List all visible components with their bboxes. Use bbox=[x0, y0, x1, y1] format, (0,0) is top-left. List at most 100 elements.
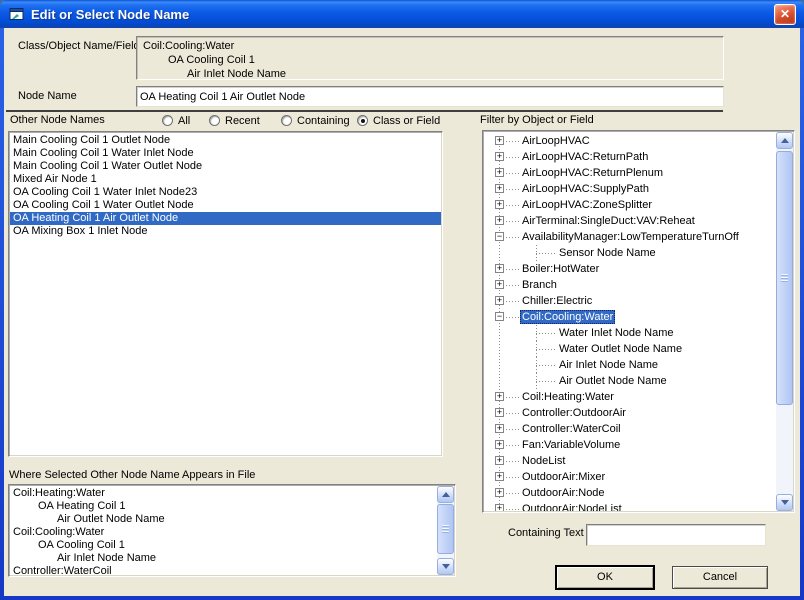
tree-item[interactable]: Water Inlet Node Name bbox=[484, 325, 776, 341]
tree-item-label[interactable]: Chiller:Electric bbox=[520, 294, 594, 308]
tree-item[interactable]: AirLoopHVAC:ReturnPlenum bbox=[484, 165, 776, 181]
tree-expand-icon[interactable] bbox=[495, 424, 504, 433]
tree-item[interactable]: AvailabilityManager:LowTemperatureTurnOf… bbox=[484, 229, 776, 245]
tree-expand-icon[interactable] bbox=[495, 136, 504, 145]
ok-button[interactable]: OK bbox=[556, 566, 654, 589]
tree-item[interactable]: AirLoopHVAC:ZoneSplitter bbox=[484, 197, 776, 213]
radio-icon[interactable] bbox=[162, 115, 173, 126]
tree-item[interactable]: Branch bbox=[484, 277, 776, 293]
scroll-down-icon[interactable] bbox=[437, 558, 454, 575]
tree-item-label[interactable]: AvailabilityManager:LowTemperatureTurnOf… bbox=[520, 230, 741, 244]
tree-item-label[interactable]: Coil:Cooling:Water bbox=[520, 310, 615, 324]
tree-expand-icon[interactable] bbox=[495, 200, 504, 209]
node-list-item-label[interactable]: OA Heating Coil 1 Air Outlet Node bbox=[13, 212, 178, 224]
title-bar[interactable]: Edit or Select Node Name ✕ bbox=[0, 0, 804, 28]
node-list-item[interactable]: OA Cooling Coil 1 Water Outlet Node bbox=[10, 199, 441, 212]
node-list-item-label[interactable]: OA Mixing Box 1 Inlet Node bbox=[13, 225, 148, 237]
tree-item-label[interactable]: Sensor Node Name bbox=[557, 246, 658, 260]
radio-option[interactable]: Containing bbox=[281, 114, 350, 127]
tree-item[interactable]: Controller:WaterCoil bbox=[484, 421, 776, 437]
tree-item[interactable]: AirTerminal:SingleDuct:VAV:Reheat bbox=[484, 213, 776, 229]
appears-textarea[interactable]: Coil:Heating:WaterOA Heating Coil 1Air O… bbox=[8, 484, 456, 577]
tree-item-label[interactable]: Coil:Heating:Water bbox=[520, 390, 616, 404]
node-list-item[interactable]: Main Cooling Coil 1 Water Outlet Node bbox=[10, 160, 441, 173]
node-name-input[interactable] bbox=[137, 87, 723, 106]
tree-item-label[interactable]: NodeList bbox=[520, 454, 567, 468]
tree-item-label[interactable]: AirLoopHVAC bbox=[520, 134, 592, 148]
node-list-item[interactable]: OA Cooling Coil 1 Water Inlet Node23 bbox=[10, 186, 441, 199]
tree-item[interactable]: Air Outlet Node Name bbox=[484, 373, 776, 389]
tree-scrollbar[interactable] bbox=[776, 132, 793, 511]
tree-item[interactable]: OutdoorAir:Mixer bbox=[484, 469, 776, 485]
tree-item[interactable]: Sensor Node Name bbox=[484, 245, 776, 261]
tree-item[interactable]: AirLoopHVAC:SupplyPath bbox=[484, 181, 776, 197]
object-field-tree[interactable]: AirLoopHVAC AirLoopHVAC:ReturnPath AirLo… bbox=[482, 130, 795, 513]
tree-item-label[interactable]: Air Outlet Node Name bbox=[557, 374, 669, 388]
tree-expand-icon[interactable] bbox=[495, 392, 504, 401]
tree-expand-icon[interactable] bbox=[495, 408, 504, 417]
radio-label[interactable]: Recent bbox=[225, 115, 260, 127]
tree-item-label[interactable]: OutdoorAir:Node bbox=[520, 486, 607, 500]
tree-expand-icon[interactable] bbox=[495, 296, 504, 305]
radio-icon[interactable] bbox=[281, 115, 292, 126]
appears-scrollbar-thumb[interactable] bbox=[437, 504, 454, 554]
containing-text-input[interactable] bbox=[587, 525, 765, 545]
scroll-down-icon[interactable] bbox=[776, 494, 793, 511]
tree-item[interactable]: AirLoopHVAC bbox=[484, 133, 776, 149]
radio-label[interactable]: Containing bbox=[297, 115, 350, 127]
scroll-up-icon[interactable] bbox=[437, 486, 454, 503]
tree-item-label[interactable]: OutdoorAir:Mixer bbox=[520, 470, 607, 484]
tree-item[interactable]: Water Outlet Node Name bbox=[484, 341, 776, 357]
tree-item[interactable]: Boiler:HotWater bbox=[484, 261, 776, 277]
tree-item[interactable]: Controller:OutdoorAir bbox=[484, 405, 776, 421]
node-list-item-label[interactable]: Mixed Air Node 1 bbox=[13, 173, 97, 185]
radio-icon[interactable] bbox=[209, 115, 220, 126]
cancel-button[interactable]: Cancel bbox=[672, 566, 768, 589]
radio-option[interactable]: Recent bbox=[209, 114, 260, 127]
tree-expand-icon[interactable] bbox=[495, 280, 504, 289]
node-list-item-label[interactable]: OA Cooling Coil 1 Water Inlet Node23 bbox=[13, 186, 197, 198]
node-list-item[interactable]: OA Mixing Box 1 Inlet Node bbox=[10, 225, 441, 238]
tree-expand-icon[interactable] bbox=[495, 168, 504, 177]
tree-item[interactable]: Fan:VariableVolume bbox=[484, 437, 776, 453]
other-node-names-listbox[interactable]: Main Cooling Coil 1 Outlet NodeMain Cool… bbox=[8, 131, 443, 457]
node-list-item[interactable]: Main Cooling Coil 1 Water Inlet Node bbox=[10, 147, 441, 160]
node-list-item[interactable]: OA Heating Coil 1 Air Outlet Node bbox=[10, 212, 441, 225]
scroll-up-icon[interactable] bbox=[776, 132, 793, 149]
tree-scrollbar-thumb[interactable] bbox=[776, 151, 793, 405]
tree-item-label[interactable]: Boiler:HotWater bbox=[520, 262, 601, 276]
node-list-item-label[interactable]: OA Cooling Coil 1 Water Outlet Node bbox=[13, 199, 194, 211]
tree-item[interactable]: Coil:Heating:Water bbox=[484, 389, 776, 405]
tree-item[interactable]: AirLoopHVAC:ReturnPath bbox=[484, 149, 776, 165]
node-list-item[interactable]: Main Cooling Coil 1 Outlet Node bbox=[10, 134, 441, 147]
tree-expand-icon[interactable] bbox=[495, 440, 504, 449]
tree-item-label[interactable]: Water Outlet Node Name bbox=[557, 342, 684, 356]
node-list-item[interactable]: Mixed Air Node 1 bbox=[10, 173, 441, 186]
tree-expand-icon[interactable] bbox=[495, 504, 504, 511]
tree-expand-icon[interactable] bbox=[495, 312, 504, 321]
tree-item-label[interactable]: Water Inlet Node Name bbox=[557, 326, 676, 340]
radio-label[interactable]: Class or Field bbox=[373, 115, 440, 127]
tree-item[interactable]: Air Inlet Node Name bbox=[484, 357, 776, 373]
tree-item[interactable]: Chiller:Electric bbox=[484, 293, 776, 309]
tree-item-label[interactable]: Fan:VariableVolume bbox=[520, 438, 622, 452]
tree-item-label[interactable]: AirTerminal:SingleDuct:VAV:Reheat bbox=[520, 214, 697, 228]
tree-item[interactable]: Coil:Cooling:Water bbox=[484, 309, 776, 325]
tree-item-label[interactable]: AirLoopHVAC:SupplyPath bbox=[520, 182, 651, 196]
tree-item-label[interactable]: AirLoopHVAC:ReturnPath bbox=[520, 150, 650, 164]
node-list-item-label[interactable]: Main Cooling Coil 1 Outlet Node bbox=[13, 134, 170, 146]
tree-item-label[interactable]: Controller:WaterCoil bbox=[520, 422, 623, 436]
tree-item-label[interactable]: Branch bbox=[520, 278, 559, 292]
tree-expand-icon[interactable] bbox=[495, 488, 504, 497]
tree-expand-icon[interactable] bbox=[495, 264, 504, 273]
tree-item-label[interactable]: Controller:OutdoorAir bbox=[520, 406, 628, 420]
radio-option[interactable]: Class or Field bbox=[357, 114, 440, 127]
tree-expand-icon[interactable] bbox=[495, 152, 504, 161]
tree-expand-icon[interactable] bbox=[495, 232, 504, 241]
tree-item-label[interactable]: OutdoorAir:NodeList bbox=[520, 502, 624, 511]
node-list-item-label[interactable]: Main Cooling Coil 1 Water Outlet Node bbox=[13, 160, 202, 172]
tree-expand-icon[interactable] bbox=[495, 216, 504, 225]
tree-item-label[interactable]: Air Inlet Node Name bbox=[557, 358, 660, 372]
node-list-item-label[interactable]: Main Cooling Coil 1 Water Inlet Node bbox=[13, 147, 194, 159]
radio-icon[interactable] bbox=[357, 115, 368, 126]
